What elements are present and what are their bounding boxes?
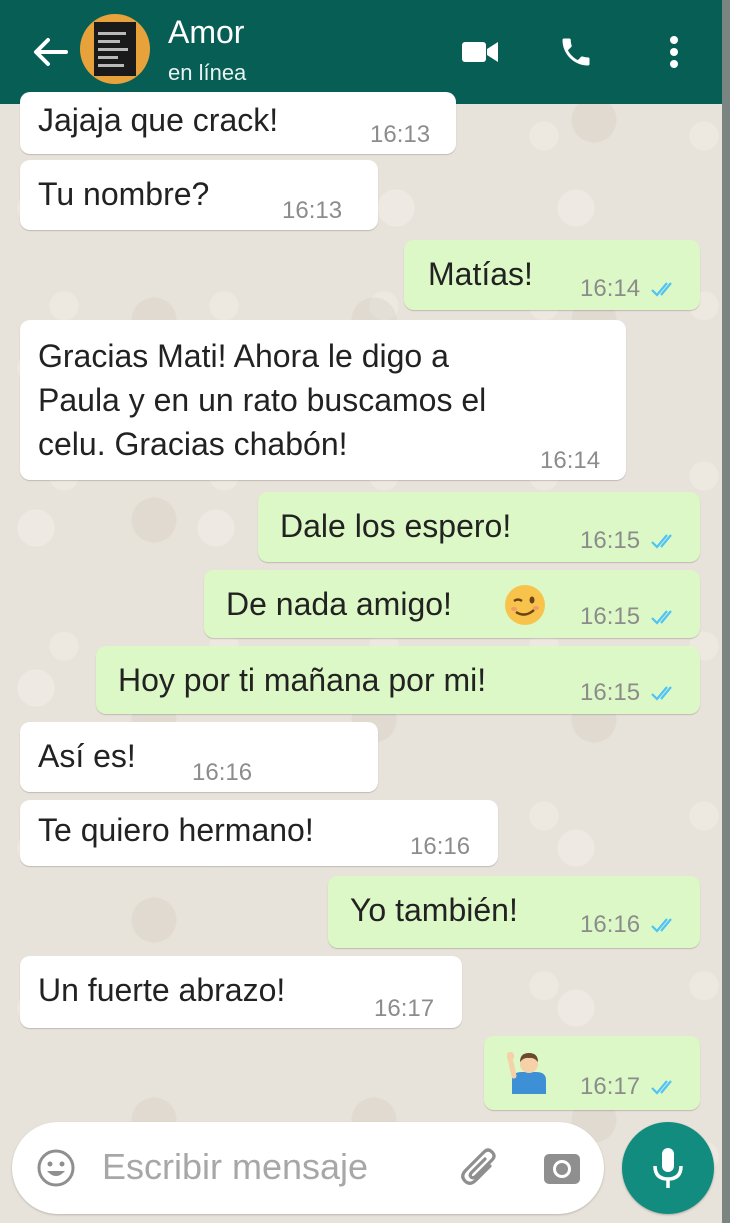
message-time: 16:13 [282,197,343,224]
winking-face-emoji-icon [505,585,545,625]
avatar-detail [98,48,128,51]
contact-name[interactable]: Amor [168,14,244,51]
message-incoming[interactable]: Así es! 16:16 [20,722,378,792]
message-text: De nada amigo! [226,586,452,622]
message-text: Yo también! [350,892,518,928]
mic-button[interactable] [622,1122,714,1214]
message-text: Tu nombre? [38,176,210,212]
more-vert-icon[interactable] [650,28,698,76]
chat-header: Amor en línea [0,0,722,104]
message-time: 16:17 [580,1073,641,1100]
message-text: Matías! [428,256,533,292]
person-raising-hand-emoji-icon [507,1052,546,1094]
message-time: 16:15 [580,679,641,706]
message-time: 16:16 [580,911,641,938]
message-outgoing[interactable]: Yo también! 16:16 [328,876,700,948]
message-incoming[interactable]: Tu nombre? 16:13 [20,160,378,230]
camera-icon[interactable] [542,1148,582,1188]
message-incoming[interactable]: Jajaja que crack! 16:13 [20,92,456,154]
screen-edge [722,0,730,1223]
phone-icon[interactable] [552,28,600,76]
message-outgoing[interactable]: Dale los espero! 16:15 [258,492,700,562]
message-outgoing[interactable]: Hoy por ti mañana por mi! 16:15 [96,646,700,714]
message-text: Hoy por ti mañana por mi! [118,662,487,698]
avatar-detail [98,40,120,43]
message-text: Te quiero hermano! [38,812,314,848]
read-ticks-icon [651,610,672,625]
read-ticks-icon [651,1080,672,1095]
avatar[interactable] [80,14,150,84]
message-text-line: Paula y en un rato buscamos el [38,382,487,418]
back-arrow-icon[interactable] [28,30,72,74]
message-incoming[interactable]: Gracias Mati! Ahora le digo a Paula y en… [20,320,626,480]
avatar-detail [98,56,118,59]
emoji-icon[interactable] [36,1148,76,1188]
message-time: 16:13 [370,121,431,148]
message-text: Un fuerte abrazo! [38,972,286,1008]
message-text-line: Gracias Mati! Ahora le digo a [38,338,449,374]
message-incoming[interactable]: Un fuerte abrazo! 16:17 [20,956,462,1028]
mic-icon [653,1148,683,1188]
message-outgoing[interactable]: Matías! 16:14 [404,240,700,310]
message-time: 16:14 [580,275,641,302]
message-incoming[interactable]: Te quiero hermano! 16:16 [20,800,498,866]
message-text: Dale los espero! [280,508,512,544]
message-input-placeholder[interactable]: Escribir mensaje [102,1146,368,1188]
message-input-bar[interactable]: Escribir mensaje [12,1122,604,1214]
message-time: 16:14 [540,447,601,474]
message-text-line: celu. Gracias chabón! [38,426,348,462]
read-ticks-icon [651,686,672,701]
read-ticks-icon [651,282,672,297]
message-time: 16:16 [410,833,471,860]
chat-screen: Amor en línea Jajaja que crack! 16:13 Tu… [0,0,722,1223]
message-time: 16:16 [192,759,253,786]
message-time: 16:17 [374,995,435,1022]
avatar-detail [98,32,126,35]
contact-status: en línea [168,60,247,85]
message-time: 16:15 [580,527,641,554]
video-call-icon[interactable] [456,28,504,76]
attach-icon[interactable] [460,1146,502,1190]
message-time: 16:15 [580,603,641,630]
avatar-detail [98,64,124,67]
message-text: Jajaja que crack! [38,102,279,138]
read-ticks-icon [651,918,672,933]
message-text: Así es! [38,738,136,774]
read-ticks-icon [651,534,672,549]
message-outgoing[interactable]: 16:17 [484,1036,700,1110]
message-outgoing[interactable]: De nada amigo! 16:15 [204,570,700,638]
